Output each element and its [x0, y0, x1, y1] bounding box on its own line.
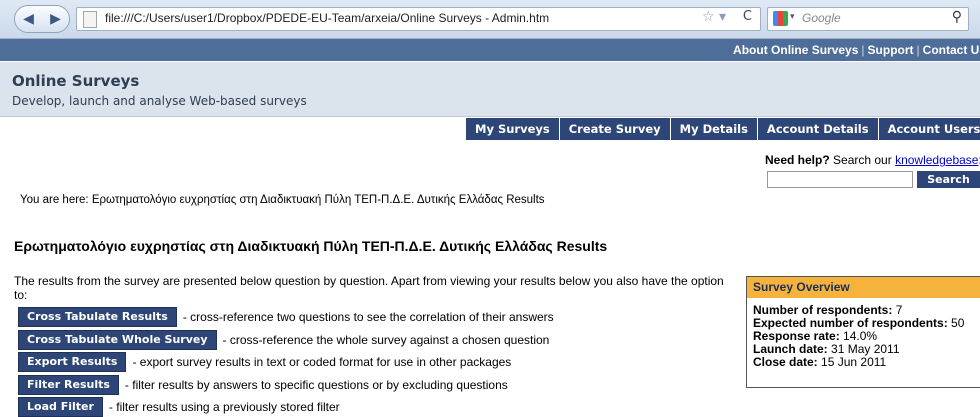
contact-link[interactable]: Contact Us	[923, 43, 980, 57]
overview-row: Close date: 15 Jun 2011	[753, 356, 980, 369]
main-nav: My Surveys Create Survey My Details Acco…	[466, 118, 980, 140]
survey-overview-panel: Survey Overview Number of respondents: 7…	[746, 276, 980, 388]
action-description: - filter results by answers to specific …	[124, 378, 508, 392]
export-results-button[interactable]: Export Results	[18, 352, 127, 372]
tab-account-users[interactable]: Account Users	[878, 118, 980, 140]
overview-value: 15 Jun 2011	[821, 355, 887, 369]
help-body: Search our	[829, 153, 896, 167]
help-search-input[interactable]	[767, 171, 913, 188]
separator: |	[861, 43, 865, 57]
chevron-down-icon: ▾	[790, 11, 795, 21]
action-row: Export Results - export survey results i…	[18, 352, 511, 372]
site-header: Online Surveys Develop, launch and analy…	[0, 62, 980, 117]
url-text: file:///C:/Users/user1/Dropbox/PDEDE-EU-…	[105, 11, 550, 25]
tab-account-details[interactable]: Account Details	[757, 118, 878, 140]
page-icon	[83, 11, 97, 28]
overview-value: 31 May 2011	[831, 342, 900, 356]
top-links: About Online Surveys | Support | Contact Us	[733, 43, 980, 57]
help-prefix: Need help?	[765, 153, 830, 167]
tab-my-details[interactable]: My Details	[670, 118, 757, 140]
browser-search-box[interactable]: ▾ Google ⚲	[767, 7, 969, 31]
breadcrumb: You are here: Ερωτηματολόγιο ευχρηστίας …	[20, 194, 545, 206]
browser-toolbar: ◀ ▶ file:///C:/Users/user1/Dropbox/PDEDE…	[0, 0, 980, 39]
search-engine-placeholder: Google	[802, 11, 841, 25]
overview-value: 14.0%	[843, 329, 878, 343]
tab-my-surveys[interactable]: My Surveys	[466, 118, 559, 140]
separator: |	[916, 43, 920, 57]
page-title: Ερωτηματολόγιο ευχρηστίας στη Διαδικτυακ…	[14, 238, 608, 254]
load-filter-button[interactable]: Load Filter	[18, 397, 103, 417]
action-description: - export survey results in text or coded…	[132, 355, 512, 369]
action-row: Load Filter - filter results using a pre…	[18, 397, 340, 417]
tab-create-survey[interactable]: Create Survey	[559, 118, 670, 140]
forward-arrow-icon[interactable]: ▶	[42, 11, 69, 27]
overview-label: Number of respondents:	[753, 303, 893, 317]
nav-buttons: ◀ ▶	[14, 5, 70, 33]
back-arrow-icon[interactable]: ◀	[15, 11, 42, 27]
action-row: Cross Tabulate Results - cross-reference…	[18, 307, 554, 327]
action-description: - cross-reference the whole survey again…	[222, 333, 550, 347]
overview-label: Response rate:	[753, 329, 840, 343]
address-bar[interactable]: file:///C:/Users/user1/Dropbox/PDEDE-EU-…	[76, 7, 761, 31]
google-icon[interactable]	[773, 11, 788, 26]
overview-label: Close date:	[753, 355, 818, 369]
action-description: - filter results using a previously stor…	[108, 400, 340, 414]
overview-value: 50	[951, 316, 965, 330]
action-description: - cross-reference two questions to see t…	[182, 310, 554, 324]
overview-label: Launch date:	[753, 342, 828, 356]
intro-text: The results from the survey are presente…	[14, 274, 724, 302]
top-bar: About Online Surveys | Support | Contact Us	[0, 39, 980, 61]
filter-results-button[interactable]: Filter Results	[18, 375, 119, 395]
about-link[interactable]: About Online Surveys	[733, 43, 858, 57]
overview-value: 7	[895, 303, 903, 317]
overview-label: Expected number of respondents:	[753, 316, 948, 330]
site-tagline: Develop, launch and analyse Web-based su…	[12, 94, 307, 108]
help-search-button[interactable]: Search	[917, 171, 980, 188]
cross-tabulate-whole-survey-button[interactable]: Cross Tabulate Whole Survey	[18, 330, 217, 350]
cross-tabulate-results-button[interactable]: Cross Tabulate Results	[18, 307, 177, 327]
action-row: Filter Results - filter results by answe…	[18, 375, 508, 395]
action-row: Cross Tabulate Whole Survey - cross-refe…	[18, 330, 549, 350]
knowledgebase-link[interactable]: knowledgebase	[895, 153, 978, 167]
reload-icon[interactable]: C	[743, 9, 752, 24]
support-link[interactable]: Support	[868, 43, 914, 57]
overview-body: Number of respondents: 7 Expected number…	[747, 298, 980, 369]
bookmark-star-icon[interactable]: ☆ ▾	[702, 9, 726, 25]
site-title: Online Surveys	[12, 72, 140, 90]
help-text: Need help? Search our knowledgebase:	[765, 153, 980, 167]
overview-title: Survey Overview	[747, 277, 980, 298]
search-icon[interactable]: ⚲	[952, 9, 962, 25]
